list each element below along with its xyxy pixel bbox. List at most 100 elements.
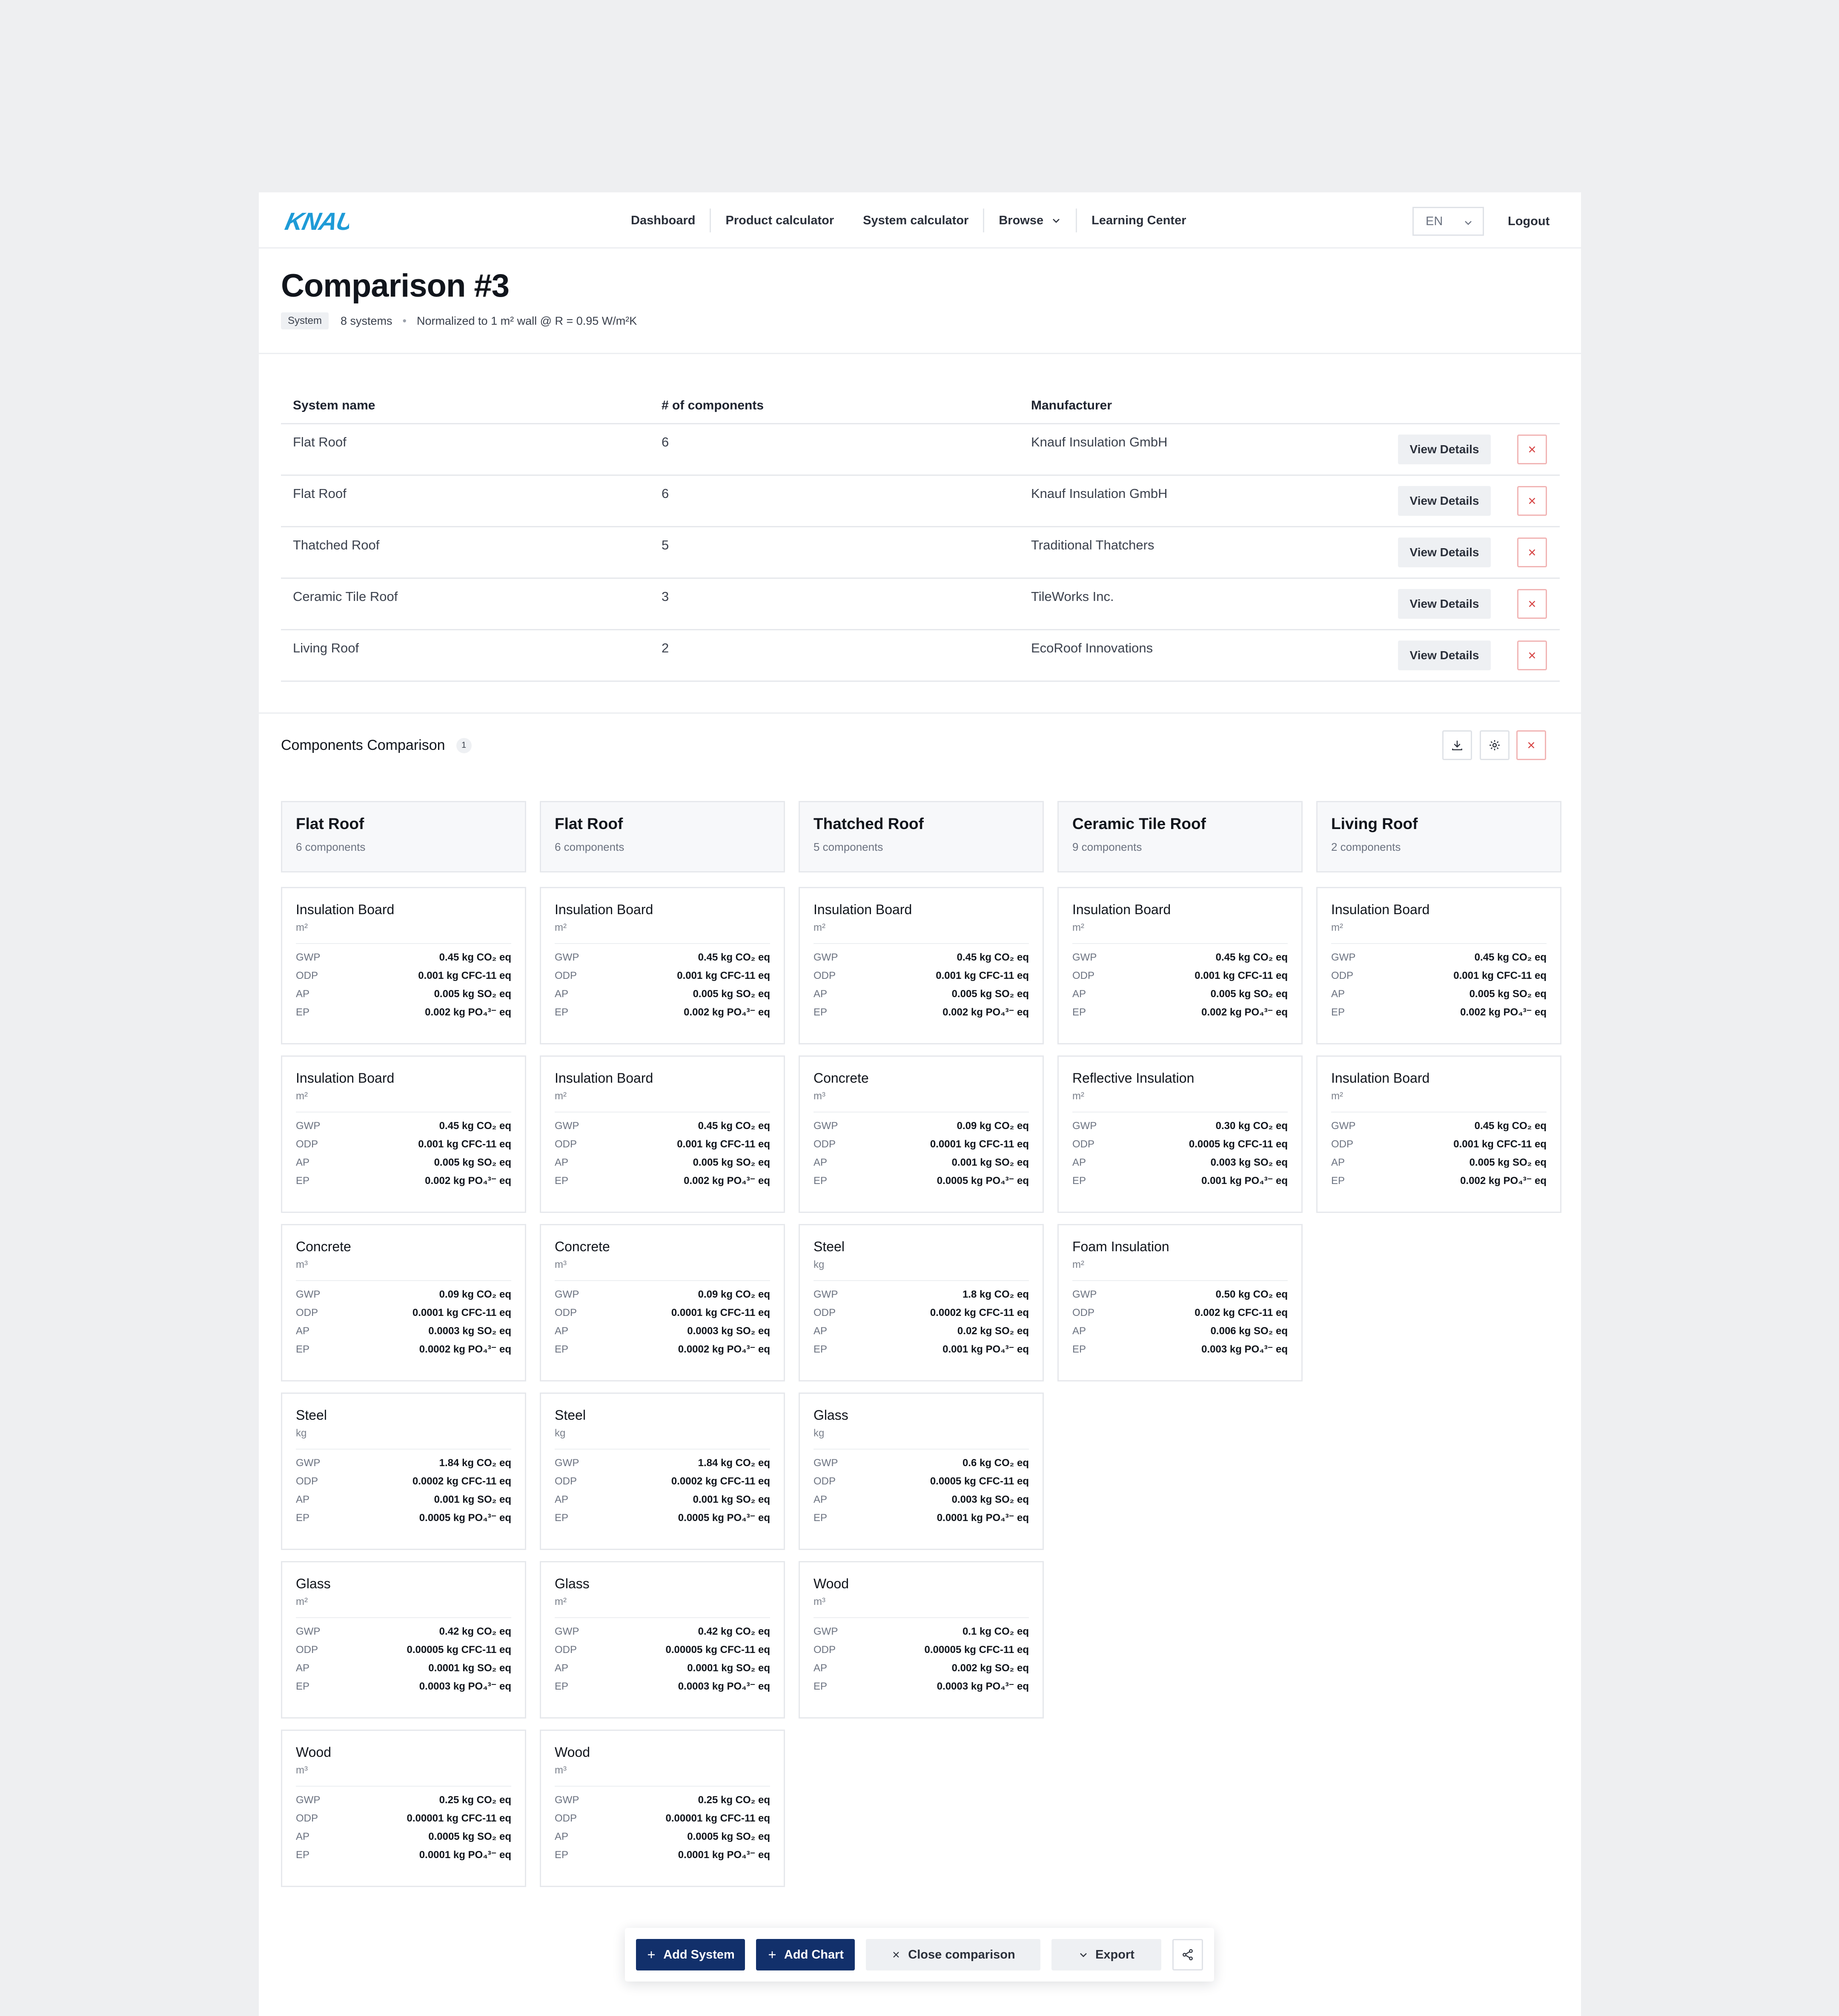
component-card[interactable]: Insulation Board m² GWP 0.45 kg CO₂ eq ODP 0.…: [1316, 887, 1561, 1044]
manufacturer: Knauf Insulation GmbH: [1031, 486, 1168, 501]
component-card[interactable]: Concrete m³ GWP 0.09 kg CO₂ eq ODP 0.0001 kg …: [540, 1224, 785, 1381]
system-name: Thatched Roof: [293, 538, 380, 552]
metric-value: 0.45 kg CO₂ eq: [957, 951, 1029, 963]
component-unit: kg: [814, 1427, 825, 1439]
settings-button[interactable]: [1480, 730, 1510, 760]
plus-icon: [768, 1951, 776, 1958]
component-card[interactable]: Wood m³ GWP 0.25 kg CO₂ eq ODP 0.00001 kg CFC…: [281, 1730, 526, 1887]
metric-row: EP 0.002 kg PO₄³⁻ eq: [555, 1003, 770, 1021]
view-details-button[interactable]: View Details: [1398, 589, 1491, 619]
component-card[interactable]: Concrete m³ GWP 0.09 kg CO₂ eq ODP 0.0001 kg …: [281, 1224, 526, 1381]
share-button[interactable]: [1172, 1939, 1203, 1970]
component-card[interactable]: Reflective Insulation m² GWP 0.30 kg CO₂ eq…: [1057, 1055, 1303, 1213]
metric-value: 0.0001 kg SO₂ eq: [428, 1662, 511, 1674]
component-card[interactable]: Insulation Board m² GWP 0.45 kg CO₂ eq ODP 0.…: [281, 887, 526, 1044]
nav-dashboard[interactable]: Dashboard: [616, 208, 710, 233]
system-name: Living Roof: [293, 641, 359, 655]
component-card[interactable]: Steel kg GWP 1.84 kg CO₂ eq ODP 0.0002 kg CFC…: [281, 1393, 526, 1550]
component-name: Concrete: [814, 1070, 869, 1086]
component-card[interactable]: Insulation Board m² GWP 0.45 kg CO₂ eq ODP 0.…: [540, 887, 785, 1044]
metric-key: GWP: [1072, 951, 1097, 963]
nav-system-calculator[interactable]: System calculator: [848, 208, 983, 233]
metric-row: ODP 0.001 kg CFC-11 eq: [814, 967, 1029, 985]
metric-row: ODP 0.001 kg CFC-11 eq: [555, 967, 770, 985]
metric-value: 0.002 kg PO₄³⁻ eq: [1460, 1175, 1547, 1187]
component-name: Wood: [814, 1576, 849, 1591]
logout-link[interactable]: Logout: [1508, 207, 1550, 236]
metric-value: 0.50 kg CO₂ eq: [1215, 1288, 1288, 1300]
add-system-button[interactable]: Add System: [636, 1939, 745, 1970]
metric-key: AP: [555, 988, 569, 1000]
card-divider: [296, 943, 511, 944]
metric-row: AP 0.001 kg SO₂ eq: [296, 1490, 511, 1509]
metric-value: 0.0005 kg SO₂ eq: [687, 1830, 770, 1842]
component-name: Insulation Board: [1331, 1070, 1430, 1086]
nav-learning-center[interactable]: Learning Center: [1077, 208, 1200, 233]
metric-value: 0.005 kg SO₂ eq: [434, 988, 511, 1000]
metric-value: 0.0002 kg PO₄³⁻ eq: [678, 1344, 770, 1355]
component-unit: m²: [1331, 922, 1343, 933]
metric-key: AP: [555, 1156, 569, 1168]
metric-row: EP 0.0005 kg PO₄³⁻ eq: [296, 1509, 511, 1527]
component-card[interactable]: Wood m³ GWP 0.1 kg CO₂ eq ODP 0.00005 kg CFC-…: [799, 1561, 1044, 1719]
metric-row: GWP 0.42 kg CO₂ eq: [555, 1622, 770, 1641]
remove-system-button[interactable]: [1517, 486, 1547, 516]
component-card[interactable]: Steel kg GWP 1.84 kg CO₂ eq ODP 0.0002 kg CFC…: [540, 1393, 785, 1550]
view-details-button[interactable]: View Details: [1398, 486, 1491, 516]
component-card[interactable]: Insulation Board m² GWP 0.45 kg CO₂ eq ODP 0.…: [799, 887, 1044, 1044]
components-count-badge: 1: [456, 738, 472, 753]
component-card[interactable]: Insulation Board m² GWP 0.45 kg CO₂ eq ODP 0.…: [1316, 1055, 1561, 1213]
col-system-name[interactable]: System name: [293, 398, 375, 413]
metric-key: ODP: [1331, 1138, 1354, 1150]
metric-value: 0.0005 kg PO₄³⁻ eq: [937, 1175, 1029, 1187]
remove-system-button[interactable]: [1517, 641, 1547, 670]
component-unit: m²: [1072, 922, 1084, 933]
component-name: Insulation Board: [296, 1070, 395, 1086]
component-card[interactable]: Steel kg GWP 1.8 kg CO₂ eq ODP 0.0002 kg CFC-…: [799, 1224, 1044, 1381]
remove-system-button[interactable]: [1517, 538, 1547, 567]
add-chart-button[interactable]: Add Chart: [756, 1939, 855, 1970]
close-comparison-button[interactable]: Close comparison: [866, 1939, 1040, 1970]
nav-browse[interactable]: Browse: [984, 208, 1076, 233]
col-components[interactable]: # of components: [662, 398, 764, 413]
metric-row: ODP 0.00005 kg CFC-11 eq: [814, 1641, 1029, 1659]
metric-value: 0.005 kg SO₂ eq: [693, 1156, 770, 1168]
component-card[interactable]: Concrete m³ GWP 0.09 kg CO₂ eq ODP 0.0001 kg …: [799, 1055, 1044, 1213]
metric-value: 0.002 kg PO₄³⁻ eq: [1460, 1007, 1547, 1018]
view-details-button[interactable]: View Details: [1398, 538, 1491, 567]
metric-value: 0.00001 kg CFC-11 eq: [407, 1812, 511, 1824]
card-divider: [1072, 943, 1288, 944]
component-card[interactable]: Glass m² GWP 0.42 kg CO₂ eq ODP 0.00005 kg CF…: [540, 1561, 785, 1719]
download-button[interactable]: [1442, 730, 1472, 760]
metric-key: AP: [1072, 1325, 1086, 1337]
view-details-button[interactable]: View Details: [1398, 435, 1491, 464]
share-icon: [1183, 1949, 1193, 1961]
view-details-button[interactable]: View Details: [1398, 641, 1491, 670]
export-button[interactable]: Export: [1051, 1939, 1161, 1970]
language-select[interactable]: EN: [1412, 207, 1484, 236]
metric-key: AP: [296, 988, 310, 1000]
close-components-button[interactable]: [1516, 730, 1546, 760]
component-card[interactable]: Insulation Board m² GWP 0.45 kg CO₂ eq ODP 0.…: [540, 1055, 785, 1213]
metric-row: AP 0.0003 kg SO₂ eq: [296, 1322, 511, 1340]
knauf-logo[interactable]: KNAUF: [281, 203, 349, 239]
metric-value: 0.002 kg PO₄³⁻ eq: [1201, 1007, 1288, 1018]
component-card[interactable]: Foam Insulation m² GWP 0.50 kg CO₂ eq ODP 0.0…: [1057, 1224, 1303, 1381]
component-card[interactable]: Glass m² GWP 0.42 kg CO₂ eq ODP 0.00005 kg CF…: [281, 1561, 526, 1719]
metric-value: 0.42 kg CO₂ eq: [439, 1625, 511, 1637]
component-card[interactable]: Wood m³ GWP 0.25 kg CO₂ eq ODP 0.00001 kg CFC…: [540, 1730, 785, 1887]
system-column-count: 6 components: [296, 841, 366, 853]
nav-product-calculator[interactable]: Product calculator: [711, 208, 848, 233]
remove-system-button[interactable]: [1517, 435, 1547, 464]
metric-key: AP: [296, 1662, 310, 1674]
component-card[interactable]: Insulation Board m² GWP 0.45 kg CO₂ eq ODP 0.…: [281, 1055, 526, 1213]
remove-system-button[interactable]: [1517, 589, 1547, 619]
metric-row: AP 0.0005 kg SO₂ eq: [296, 1827, 511, 1846]
metric-row: EP 0.002 kg PO₄³⁻ eq: [1331, 1172, 1547, 1190]
metric-key: ODP: [296, 1475, 318, 1487]
metric-key: AP: [814, 1325, 828, 1337]
col-manufacturer[interactable]: Manufacturer: [1031, 398, 1112, 413]
component-card[interactable]: Glass kg GWP 0.6 kg CO₂ eq ODP 0.0005 kg CFC-…: [799, 1393, 1044, 1550]
component-card[interactable]: Insulation Board m² GWP 0.45 kg CO₂ eq ODP 0.…: [1057, 887, 1303, 1044]
close-icon: [893, 1952, 899, 1958]
